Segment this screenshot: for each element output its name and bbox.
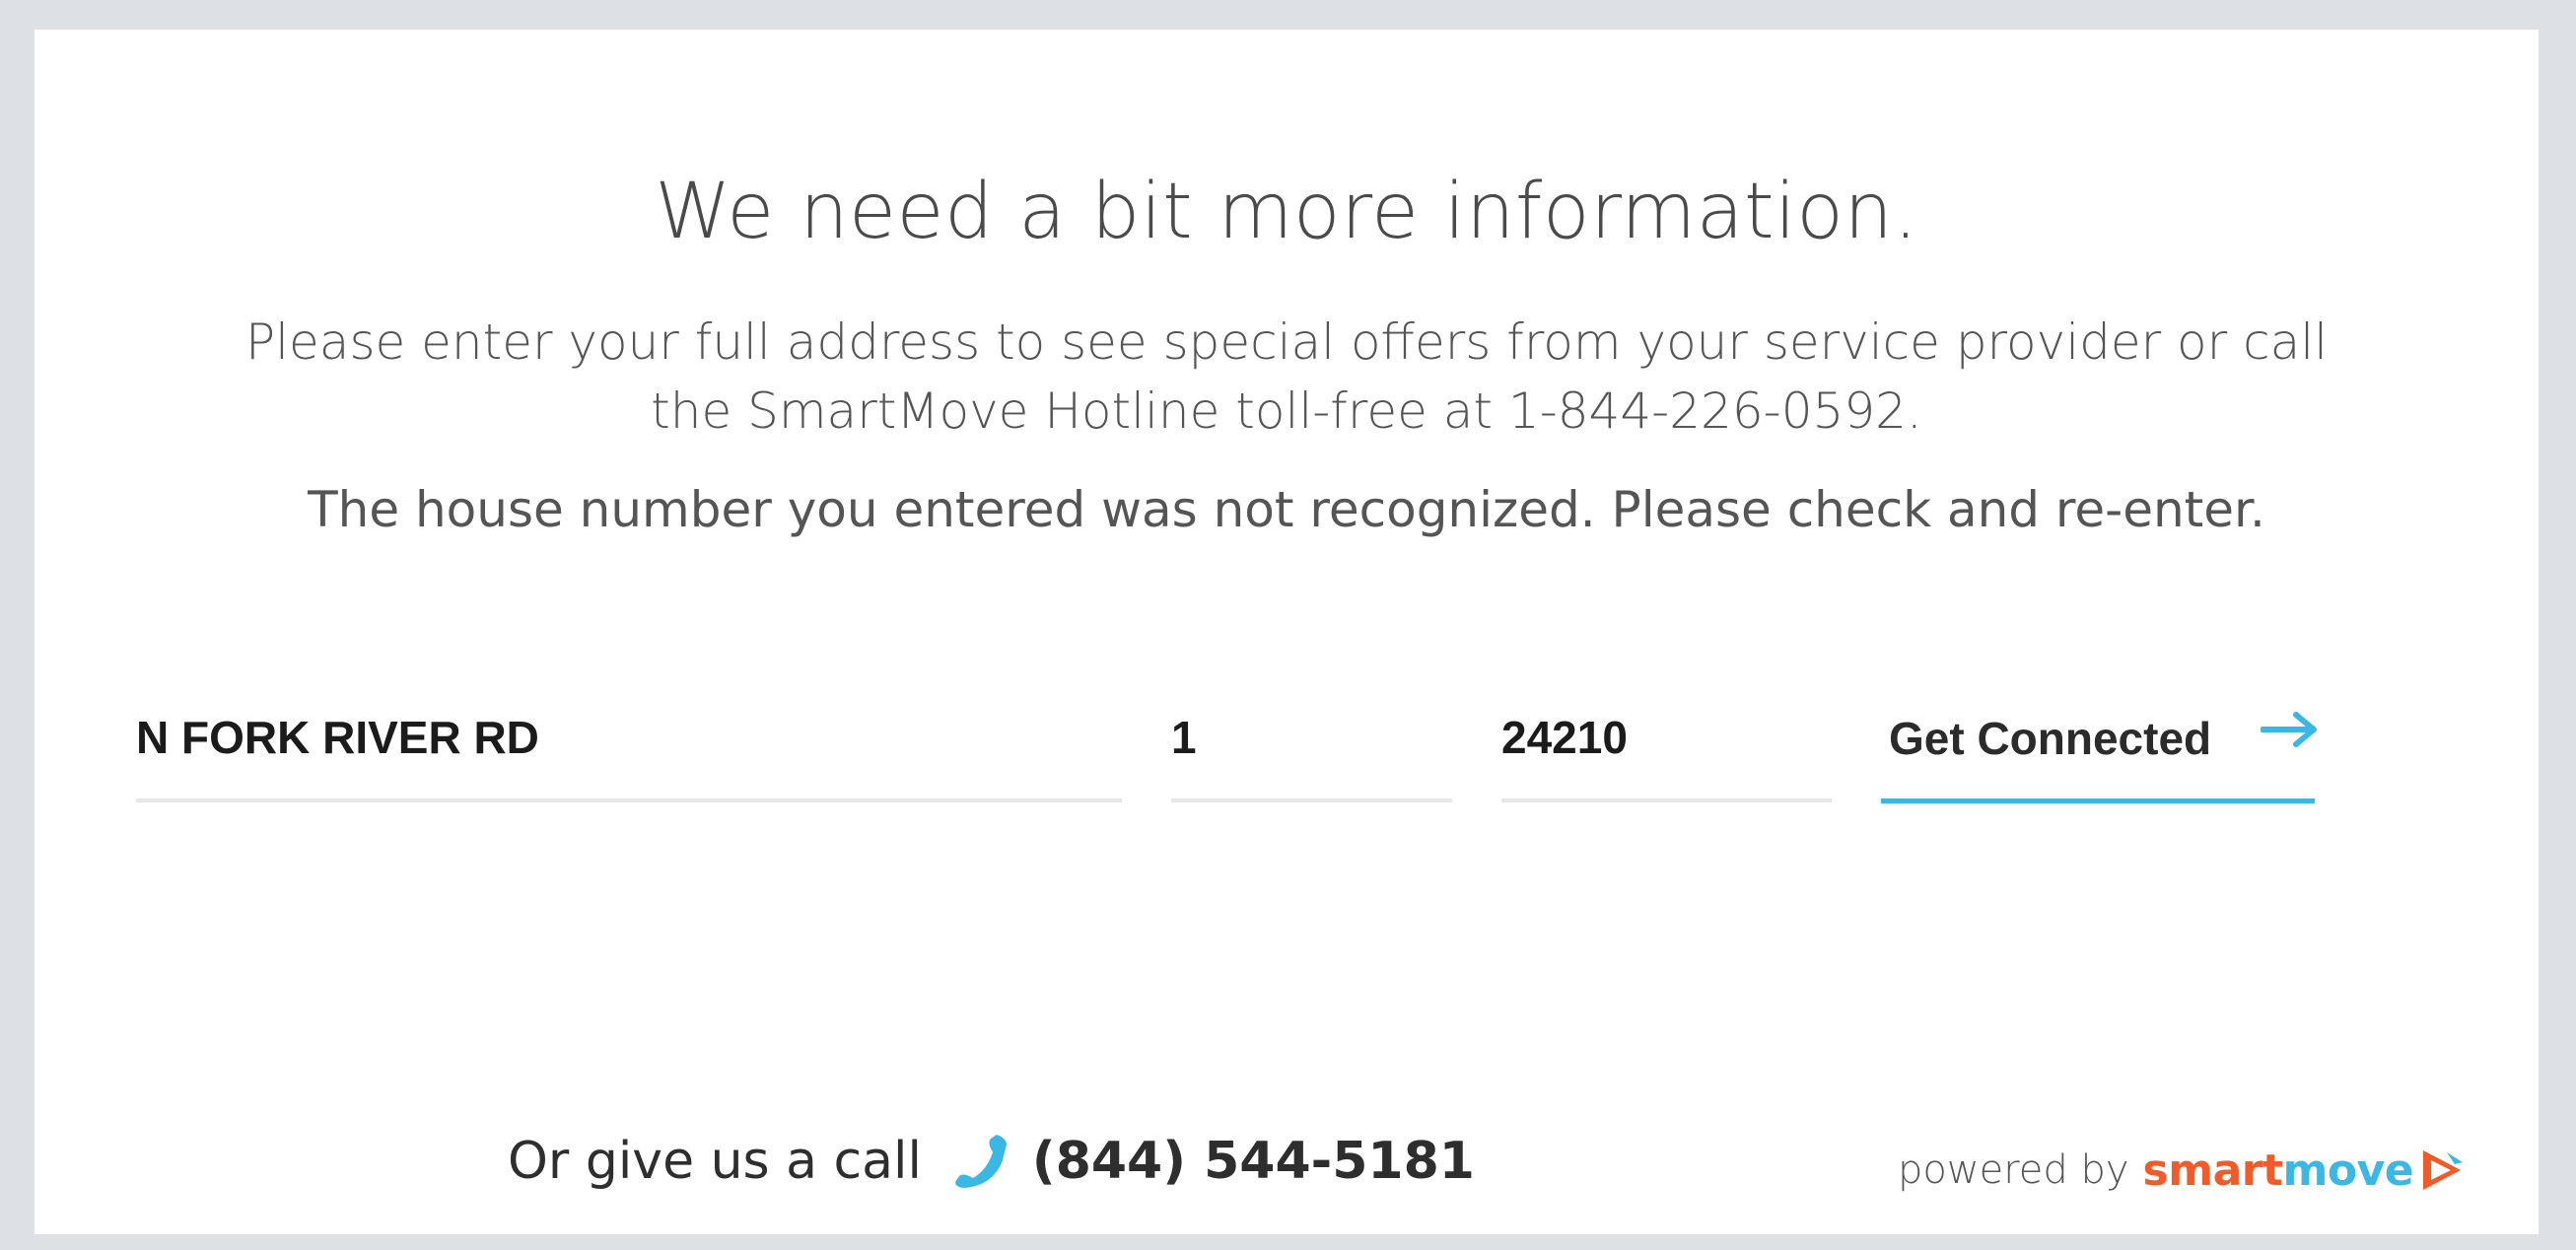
instructions: Please enter your full address to see sp…	[182, 308, 2391, 446]
address-card: We need a bit more information. Please e…	[35, 30, 2539, 1234]
page-title: We need a bit more information.	[655, 168, 1918, 256]
call-prompt: Or give us a call	[508, 1132, 922, 1191]
house-number-input[interactable]	[1171, 700, 1452, 775]
brand-logo-part-2: move	[2282, 1145, 2414, 1196]
smartmove-play-icon	[2423, 1150, 2464, 1190]
house-number-field	[1171, 700, 1452, 802]
arrow-right-icon	[2261, 712, 2317, 747]
instructions-line-2: the SmartMove Hotline toll-free at 1-844…	[651, 382, 1922, 440]
street-field	[136, 700, 1122, 802]
zip-input[interactable]	[1501, 700, 1832, 775]
error-message: The house number you entered was not rec…	[308, 481, 2265, 538]
get-connected-label: Get Connected	[1889, 713, 2212, 764]
instructions-line-1: Please enter your full address to see sp…	[245, 313, 2328, 371]
brand-logo: smartmove	[2143, 1146, 2414, 1196]
get-connected-button[interactable]: Get Connected	[1881, 700, 2317, 803]
powered-by-label: powered by	[1898, 1147, 2129, 1193]
phone-number-link[interactable]: (844) 544-5181	[1032, 1132, 1475, 1191]
powered-by: powered by smartmove	[1898, 1136, 2465, 1205]
brand-logo-part-1: smart	[2142, 1145, 2283, 1196]
call-us: Or give us a call (844) 544-5181	[508, 1122, 1475, 1201]
phone-icon	[954, 1135, 1007, 1188]
page-background: We need a bit more information. Please e…	[0, 0, 2576, 1250]
zip-field	[1501, 700, 1832, 802]
street-input[interactable]	[136, 700, 1122, 775]
